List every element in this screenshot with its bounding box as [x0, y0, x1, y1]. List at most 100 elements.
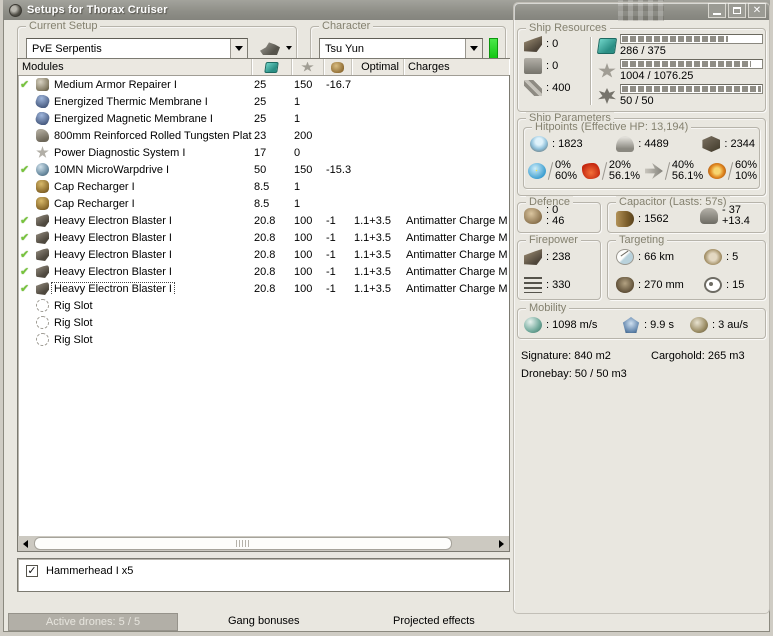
- scroll-right-button[interactable]: [494, 536, 509, 551]
- column-header-modules[interactable]: Modules: [18, 59, 252, 75]
- rig-icon: [36, 316, 49, 329]
- resource-bar: [620, 34, 763, 44]
- table-row[interactable]: Heavy Electron Blaster I 20.8 100 -1 1.1…: [18, 280, 509, 297]
- optimal-value: 1.1+3.5: [354, 214, 392, 227]
- cpu-value: 8.5: [254, 180, 270, 193]
- blaster-icon: [36, 265, 49, 278]
- blaster-icon: [36, 214, 49, 227]
- resist-divider: [547, 162, 554, 180]
- setup-select[interactable]: PvE Serpentis: [26, 38, 248, 59]
- tab-gang-bonuses[interactable]: Gang bonuses: [228, 615, 300, 627]
- table-row[interactable]: Heavy Electron Blaster I 20.8 100 -1 1.1…: [18, 212, 509, 229]
- setup-select-arrow[interactable]: [230, 39, 247, 58]
- table-header: Modules Optimal Charges: [18, 59, 509, 76]
- resource-bar: [620, 84, 763, 94]
- column-header-cpu[interactable]: [252, 59, 292, 75]
- explosive-resist-icon: [707, 163, 726, 179]
- fitted-check-icon: [20, 316, 33, 329]
- column-header-powergrid[interactable]: [292, 59, 324, 75]
- cpu-value: 17: [254, 146, 267, 159]
- cpu-value: 23: [254, 129, 267, 142]
- hitpoint-stat: : 1823: [530, 136, 583, 152]
- character-status-led: [489, 38, 498, 59]
- table-row[interactable]: Energized Thermic Membrane I 25 1: [18, 93, 509, 110]
- defence-group: Defence : 0: 46: [517, 196, 601, 233]
- table-row[interactable]: 10MN MicroWarpdrive I 50 150 -15.3: [18, 161, 509, 178]
- max-targets-icon: [704, 249, 722, 265]
- resource-bar-row: 286 / 375: [596, 34, 763, 57]
- setup-select-value: PvE Serpentis: [32, 42, 102, 55]
- table-row[interactable]: Heavy Electron Blaster I 20.8 100 -1 1.1…: [18, 229, 509, 246]
- hitpoint-value: : 4489: [638, 138, 669, 150]
- max-targets-value: : 5: [726, 251, 739, 263]
- hitpoint-stat: : 4489: [616, 136, 669, 152]
- table-row[interactable]: 800mm Reinforced Rolled Tungsten Plat...…: [18, 127, 509, 144]
- table-row[interactable]: Rig Slot: [18, 314, 509, 331]
- charges-value: Antimatter Charge M: [406, 214, 508, 227]
- capacitor-recharge-value: +13.4: [722, 215, 750, 227]
- character-select-value: Tsu Yun: [325, 42, 364, 55]
- blaster-icon: [36, 231, 49, 244]
- capacitor-value: -1: [326, 248, 336, 261]
- cpu-value: 20.8: [254, 282, 276, 295]
- fitted-check-icon: [20, 129, 33, 142]
- mobility-label: Mobility: [526, 302, 570, 314]
- module-name: Heavy Electron Blaster I: [54, 214, 172, 227]
- table-row[interactable]: Rig Slot: [18, 331, 509, 348]
- align-time-icon: [622, 317, 640, 333]
- blaster-icon: [36, 248, 49, 261]
- tab-projected-effects[interactable]: Projected effects: [393, 615, 475, 627]
- scrollbar-thumb[interactable]: [34, 537, 452, 550]
- tab-active-drones[interactable]: Active drones: 5 / 5: [8, 613, 178, 631]
- ship-menu-button[interactable]: [256, 39, 296, 57]
- launcher-icon: [524, 58, 542, 74]
- ship-icon: [260, 42, 280, 55]
- fitted-check-icon: [20, 95, 33, 108]
- column-header-optimal[interactable]: Optimal: [352, 59, 404, 75]
- fitted-check-icon: [20, 78, 33, 91]
- targeting-range-value: : 66 km: [638, 251, 675, 263]
- resource-bars: 286 / 375 1004 / 1076.25 50 / 50: [596, 34, 763, 109]
- drone-item-label[interactable]: Hammerhead I x5: [46, 565, 133, 577]
- optimal-value: 1.1+3.5: [354, 248, 392, 261]
- column-header-capacitor[interactable]: [324, 59, 352, 75]
- dps-value: : 238: [546, 251, 571, 263]
- table-row[interactable]: Cap Recharger I 8.5 1: [18, 195, 509, 212]
- fitted-check-icon: [20, 231, 33, 244]
- hitpoint-value: : 2344: [724, 138, 755, 150]
- table-row[interactable]: Power Diagnostic System I 17 0: [18, 144, 509, 161]
- table-row[interactable]: Heavy Electron Blaster I 20.8 100 -1 1.1…: [18, 246, 509, 263]
- table-row[interactable]: Medium Armor Repairer I 25 150 -16.7: [18, 76, 509, 93]
- slot-stat: : 400: [524, 80, 588, 96]
- resource-bar-text: 286 / 375: [620, 45, 666, 57]
- armor-resist-value: 56.1%: [608, 170, 641, 182]
- module-name: Energized Magnetic Membrane I: [54, 112, 213, 125]
- rig-icon: [36, 299, 49, 312]
- table-row[interactable]: Cap Recharger I 8.5 1: [18, 178, 509, 195]
- rig-icon: [36, 333, 49, 346]
- structure-icon: [702, 136, 721, 152]
- scroll-left-button[interactable]: [18, 536, 33, 551]
- warp-speed-icon: [690, 317, 708, 333]
- table-row[interactable]: Rig Slot: [18, 297, 509, 314]
- cpu-value: 8.5: [254, 197, 270, 210]
- powergrid-value: 1: [294, 112, 301, 125]
- column-header-charges[interactable]: Charges: [404, 59, 509, 75]
- slot-stat: : 0: [524, 36, 588, 52]
- table-row[interactable]: Heavy Electron Blaster I 20.8 100 -1 1.1…: [18, 263, 509, 280]
- capacitor-amount-value: : 1562: [638, 213, 669, 225]
- powergrid-value: 150: [294, 163, 313, 176]
- module-name: Rig Slot: [54, 333, 93, 346]
- hitpoints-label: Hitpoints (Effective HP: 13,194): [532, 121, 692, 133]
- drone-checkbox[interactable]: [26, 565, 38, 577]
- resource-bar-row: 50 / 50: [598, 84, 763, 107]
- ship-resources-label: Ship Resources: [526, 22, 610, 34]
- character-select-arrow[interactable]: [465, 39, 482, 58]
- character-select[interactable]: Tsu Yun: [319, 38, 483, 59]
- optimal-value: 1.1+3.5: [354, 231, 392, 244]
- table-row[interactable]: Energized Magnetic Membrane I 25 1: [18, 110, 509, 127]
- module-name: Power Diagnostic System I: [54, 146, 186, 159]
- horizontal-scrollbar[interactable]: [18, 536, 509, 551]
- cpu-icon: [596, 38, 618, 54]
- capacitor-value: -15.3: [326, 163, 352, 176]
